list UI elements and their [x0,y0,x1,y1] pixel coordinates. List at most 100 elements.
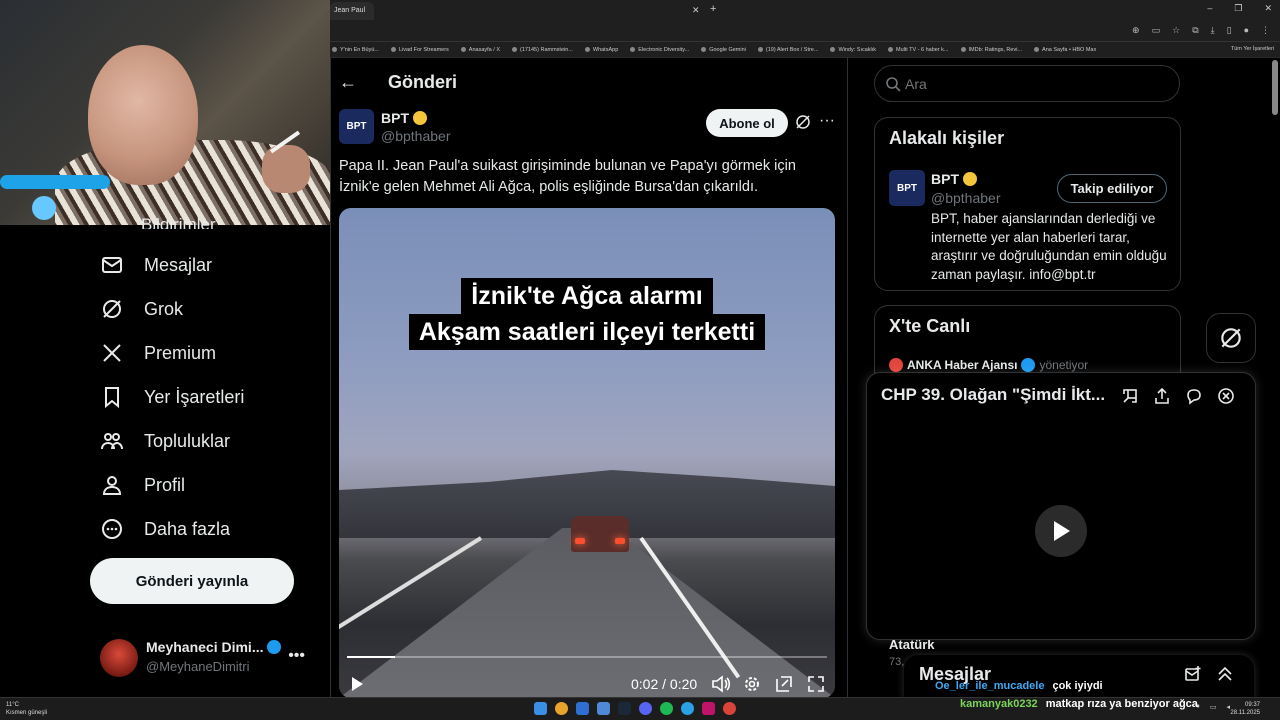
nav-item-bookmarks[interactable]: Yer İşaretleri [100,383,244,411]
messages-drawer[interactable]: Mesajlar [904,655,1254,700]
grok-icon[interactable] [794,113,812,131]
install-icon[interactable]: ▭ [1152,25,1161,36]
bookmark-item[interactable]: WhatsApp [584,47,618,53]
scrollbar[interactable] [1272,60,1278,115]
play-icon[interactable] [1035,505,1087,557]
page-title: Gönderi [388,72,458,92]
address-bar: ⊕ ▭ ☆ ⧉ ⤓ ▯ ● ⋮ [330,20,1280,42]
all-bookmarks[interactable]: Tüm Yer İşaretleri [1231,46,1274,52]
bookmark-label: (17145) Rammstein... [519,46,573,53]
bookmark-item[interactable]: IMDb: Ratings, Revi... [960,47,1022,53]
nav-item-notifications[interactable]: Bildirimler [141,215,216,229]
spotify-icon[interactable] [660,702,673,715]
avatar[interactable]: BPT [889,170,925,206]
bookmark-item[interactable]: Y'nin En Büyü... [332,47,379,53]
bookmark-item[interactable]: Electronic Diversity... [630,47,689,53]
close-window-icon[interactable]: ✕ [1264,3,1272,14]
bookmark-item[interactable]: Livad For Streamers [390,47,449,53]
expand-icon[interactable] [1121,387,1139,405]
zoom-icon[interactable]: ⊕ [1132,25,1140,36]
nav-item-grok[interactable]: Grok [100,295,183,323]
app-icon[interactable] [597,702,610,715]
video-time: 0:02 / 0:20 [631,676,698,692]
fullscreen-icon[interactable] [806,670,826,698]
chrome-icon[interactable] [555,702,568,715]
video-player[interactable]: İznik'te Ağca alarmı Akşam saatleri ilçe… [339,208,835,698]
bookmark-item[interactable]: (19) Alert Box / Stre... [757,47,818,53]
space-mini-player[interactable]: CHP 39. Olağan "Şimdi İkt... [866,372,1256,640]
profile-icon [102,476,122,495]
post-button[interactable]: Gönderi yayınla [90,558,294,604]
close-icon[interactable] [1217,387,1235,405]
extensions-icon[interactable]: ⧉ [1192,25,1198,36]
telegram-icon[interactable] [681,702,694,715]
maximize-icon[interactable]: ❐ [1234,3,1242,14]
bookmark-item[interactable]: Ana Sayfa • HBO Max [1034,47,1096,53]
obs-icon[interactable] [723,702,736,715]
subscribe-button[interactable]: Abone ol [706,109,788,137]
download-icon[interactable]: ⤓ [1211,25,1215,36]
edge-icon[interactable] [576,702,589,715]
star-icon[interactable]: ☆ [1172,25,1180,36]
video-progress-bar[interactable] [347,656,827,658]
comment-icon[interactable] [1185,387,1203,405]
sidebar-icon[interactable]: ▯ [1227,25,1232,36]
profile-icon[interactable]: ● [1244,25,1249,36]
bookmark-item[interactable]: Anasayfa / X [460,46,500,53]
discord-icon[interactable] [639,702,652,715]
grok-button[interactable] [1206,313,1256,363]
picture-in-picture-icon[interactable] [774,670,794,698]
clock[interactable]: 09:37 28.11.2025 [1230,701,1260,717]
bookmark-item[interactable]: Windy: Sıcaklık [830,47,876,53]
related-handle[interactable]: @bpthaber [931,190,1000,206]
nav-item-communities[interactable]: Topluluklar [100,427,230,455]
video-caption: İznik'te Ağca alarmı Akşam saatleri ilçe… [387,278,787,350]
tab-title: Jean Paul [334,7,366,14]
chat-message: Oe_ler_ile_mucadele çok iyiydi [935,680,1103,692]
more-horizontal-icon[interactable]: ••• [288,647,305,665]
tab-close-icon[interactable]: ✕ [692,5,700,16]
settings-icon[interactable] [742,670,762,698]
related-name[interactable]: BPT [931,171,977,187]
new-message-icon[interactable] [1184,665,1202,683]
mini-player-controls [1121,387,1235,405]
back-arrow-icon[interactable]: ← [339,72,357,93]
nav-item-more[interactable]: Daha fazla [100,515,230,543]
bookmark-item[interactable]: Multi TV - 6 haber k... [888,46,949,53]
start-icon[interactable] [534,702,547,715]
search-icon [886,77,901,92]
network-icon[interactable]: ▭ [1210,703,1217,711]
bookmark-item[interactable]: (17145) Rammstein... [511,46,573,53]
grok-icon [1221,328,1241,348]
search-input[interactable] [905,66,1165,101]
bookmark-item[interactable]: Google Gemini [701,47,746,53]
weather-widget[interactable]: 11°C Kısmen güneşli [6,701,47,717]
steam-icon[interactable] [618,702,631,715]
streamer-hand [262,145,310,193]
live-host[interactable]: ANKA Haber Ajansı yönetiyor [889,358,1088,372]
bookmark-label: Electronic Diversity... [638,46,690,53]
bookmark-label: Multi TV - 6 haber k... [896,46,949,53]
avatar[interactable]: BPT [339,109,374,144]
more-horizontal-icon[interactable]: ··· [819,112,835,130]
app-icon[interactable] [702,702,715,715]
post-author-name[interactable]: BPT [381,110,427,126]
volume-icon[interactable] [711,670,731,698]
live-host-role: yönetiyor [1039,358,1089,372]
search-box[interactable] [874,65,1180,102]
minimize-icon[interactable]: – [1207,3,1212,14]
nav-item-premium[interactable]: Premium [100,339,216,367]
browser-tab[interactable]: Jean Paul [330,2,374,20]
chevron-up-icon[interactable] [1216,665,1234,683]
new-tab-icon[interactable]: + [710,3,716,15]
post-author-handle[interactable]: @bpthaber [381,128,450,144]
share-icon[interactable] [1153,387,1171,405]
menu-icon[interactable]: ⋮ [1261,25,1270,36]
following-button[interactable]: Takip ediliyor [1057,174,1167,203]
mini-player-title[interactable]: CHP 39. Olağan "Şimdi İkt... [881,385,1117,405]
account-switcher[interactable]: Meyhaneci Dimi... @MeyhaneDimitri ••• [100,635,315,679]
play-icon[interactable] [349,670,369,698]
nav-item-profile[interactable]: Profil [100,471,185,499]
nav-item-messages[interactable]: Mesajlar [100,251,212,279]
bookmark-label: Anasayfa / X [468,46,500,53]
